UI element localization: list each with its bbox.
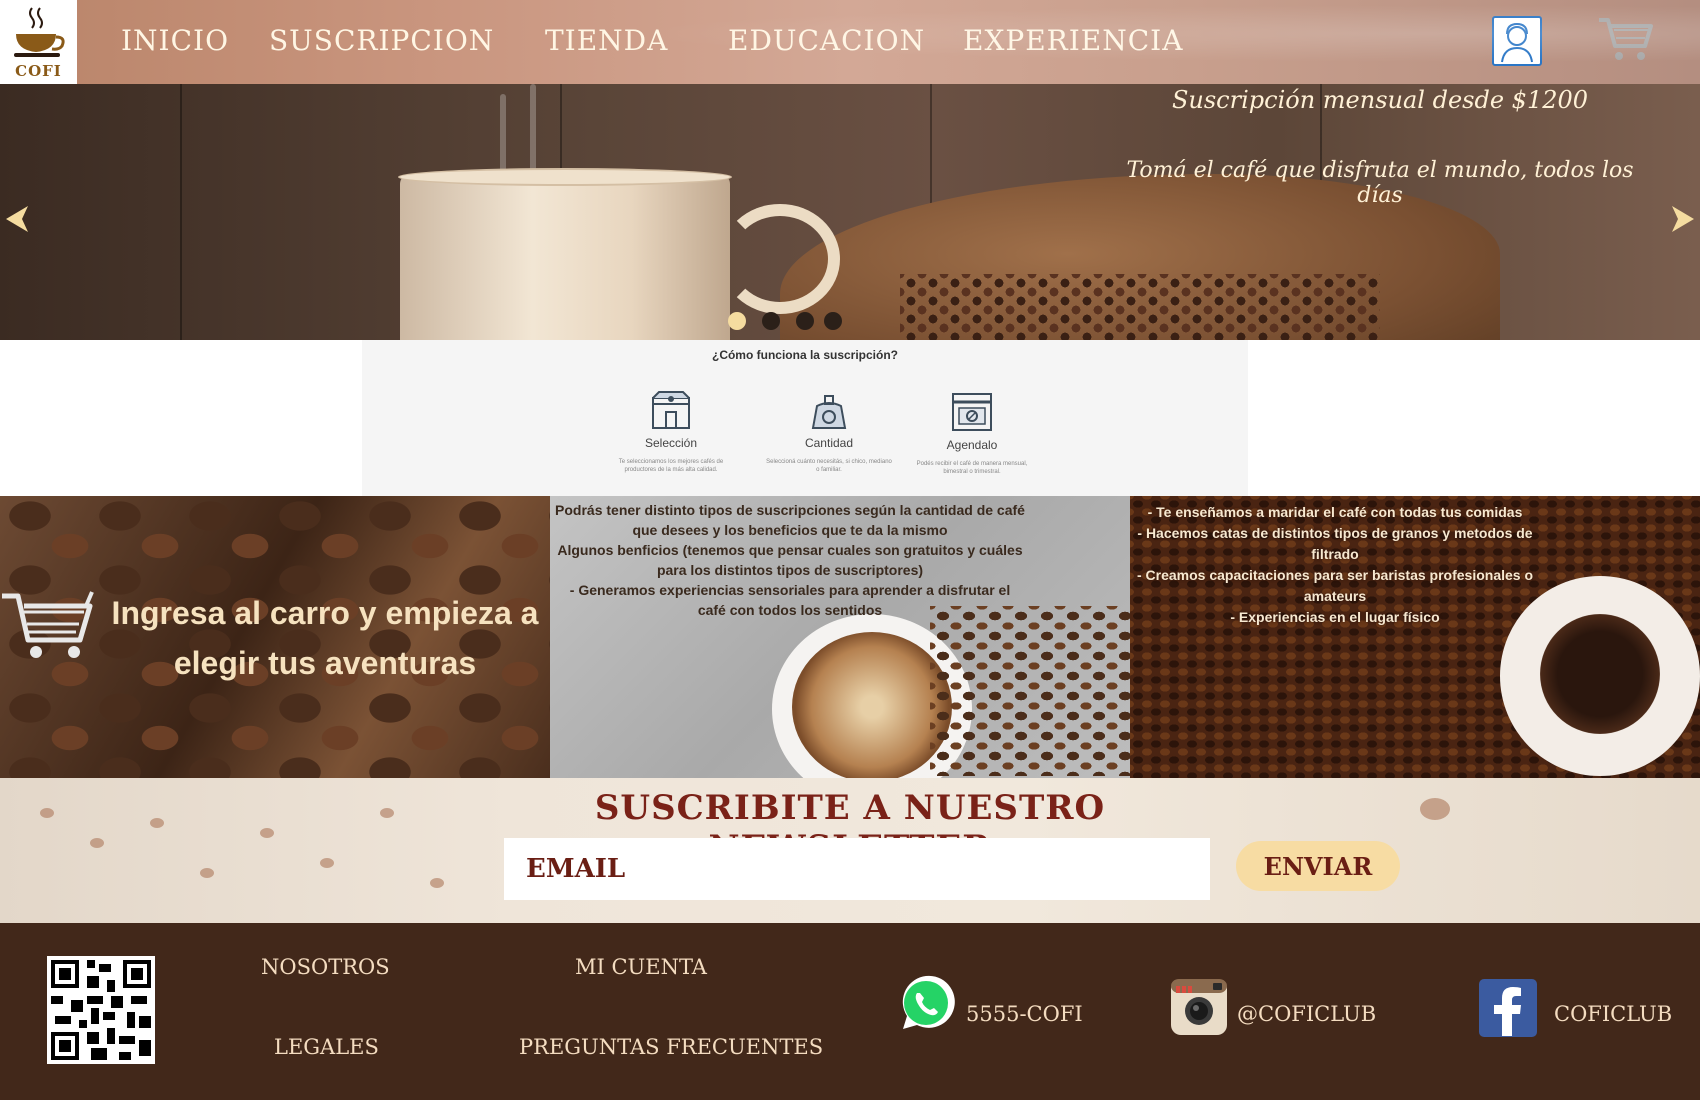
top-navigation-bar: COFI INICIO SUSCRIPCION TIENDA EDUCACION…	[0, 0, 1700, 84]
hero-carousel: Suscripción mensual desde $1200 Tomá el …	[0, 84, 1700, 340]
step-title: Cantidad	[804, 436, 854, 450]
email-input[interactable]	[504, 838, 1210, 900]
instagram-icon[interactable]	[1170, 978, 1228, 1036]
calendar-icon	[952, 393, 992, 431]
chevron-right-icon[interactable]	[1670, 204, 1700, 234]
footer-link-legales[interactable]: LEGALES	[274, 1035, 379, 1059]
store-icon	[652, 391, 690, 429]
experience-line: - Experiencias en el lugar físico	[1230, 609, 1440, 625]
step-seleccion: Selección Te seleccionamos los mejores c…	[606, 390, 736, 474]
step-cantidad: Cantidad Seleccioná cuánto necesitás, si…	[764, 390, 894, 474]
chevron-left-icon[interactable]	[0, 204, 30, 234]
coffee-grounds-decoration	[200, 868, 214, 878]
nav-experiencia[interactable]: EXPERIENCIA	[963, 24, 1183, 57]
how-it-works-section: ¿Cómo funciona la suscripción? Selección…	[362, 340, 1248, 496]
latte-foam-image	[792, 632, 952, 778]
coffee-beans-image	[930, 606, 1130, 776]
nav-educacion[interactable]: EDUCACION	[728, 24, 925, 57]
coffee-cup-handle	[720, 204, 840, 314]
wood-plank-line	[180, 84, 182, 340]
nav-suscripcion[interactable]: SUSCRIPCION	[269, 24, 494, 57]
carousel-dot-2[interactable]	[762, 312, 780, 330]
coffee-grounds-decoration	[380, 808, 394, 818]
info-line: - Generamos experiencias sensoriales par…	[569, 582, 1011, 618]
whatsapp-number[interactable]: 5555-COFI	[966, 1002, 1083, 1026]
coffee-grounds-decoration	[260, 828, 274, 838]
footer-link-nosotros[interactable]: NOSOTROS	[261, 955, 390, 979]
newsletter-section: SUSCRIBITE A NUESTRO NEWSLETTER ENVIAR	[0, 778, 1700, 923]
facebook-handle[interactable]: COFICLUB	[1554, 1002, 1672, 1026]
nav-inicio[interactable]: INICIO	[121, 24, 229, 57]
qr-code-icon[interactable]	[47, 956, 155, 1064]
instagram-handle[interactable]: @COFICLUB	[1237, 1002, 1376, 1026]
nav-tienda[interactable]: TIENDA	[545, 24, 668, 57]
steam	[500, 94, 506, 174]
coffee-grounds-decoration	[90, 838, 104, 848]
coffee-beans-image	[900, 274, 1380, 340]
step-title: Agendalo	[946, 438, 998, 452]
info-line: Algunos benficios (tenemos que pensar cu…	[557, 542, 1023, 578]
footer-link-preguntas-frecuentes[interactable]: PREGUNTAS FRECUENTES	[519, 1035, 823, 1059]
carousel-dot-4[interactable]	[824, 312, 842, 330]
facebook-icon[interactable]	[1478, 978, 1538, 1038]
coffee-grounds-decoration	[1420, 798, 1450, 820]
whatsapp-icon[interactable]	[895, 973, 955, 1033]
carousel-dot-1[interactable]	[728, 312, 746, 330]
coffee-cup-icon	[14, 7, 65, 57]
coffee-cup-image	[400, 174, 730, 340]
carousel-dot-3[interactable]	[796, 312, 814, 330]
cart-promo-panel[interactable]: Ingresa al carro y empieza a elegir tus …	[0, 496, 550, 778]
step-description: Seleccioná cuánto necesitás, si chico, m…	[766, 459, 892, 473]
subscription-info-text: Podrás tener distinto tipos de suscripci…	[554, 500, 1026, 620]
steam	[530, 84, 536, 174]
brand-name: COFI	[15, 62, 62, 80]
cart-icon[interactable]	[1597, 16, 1655, 62]
footer: NOSOTROS MI CUENTA LEGALES PREGUNTAS FRE…	[0, 923, 1700, 1100]
promo-price: Suscripción mensual desde $1200	[1171, 86, 1589, 114]
step-description: Podés recibir el café de manera mensual,…	[916, 461, 1028, 475]
experience-line: - Te enseñamos a maridar el café con tod…	[1147, 504, 1523, 520]
experiences-text: - Te enseñamos a maridar el café con tod…	[1130, 502, 1540, 628]
cart-panel-title: Ingresa al carro y empieza a elegir tus …	[111, 595, 539, 681]
step-title: Selección	[644, 436, 698, 450]
cart-icon[interactable]	[0, 586, 96, 662]
cofi-logo[interactable]: COFI	[0, 0, 77, 84]
experience-line: - Hacemos catas de distintos tipos de gr…	[1137, 525, 1533, 562]
coffee-grounds-decoration	[430, 878, 444, 888]
step-description: Te seleccionamos los mejores cafés de pr…	[618, 459, 724, 473]
black-coffee-image	[1540, 614, 1660, 734]
coffee-grounds-decoration	[320, 858, 334, 868]
info-line: Podrás tener distinto tipos de suscripci…	[555, 502, 1025, 538]
how-it-works-title: ¿Cómo funciona la suscripción?	[711, 348, 899, 362]
user-icon[interactable]	[1492, 16, 1542, 66]
coffee-grounds-decoration	[150, 818, 164, 828]
send-button[interactable]: ENVIAR	[1236, 841, 1400, 891]
footer-link-mi-cuenta[interactable]: MI CUENTA	[575, 955, 707, 979]
experience-line: - Creamos capacitaciones para ser barist…	[1136, 567, 1534, 604]
scale-icon	[811, 395, 847, 429]
experiences-panel: - Te enseñamos a maridar el café con tod…	[1130, 496, 1700, 778]
coffee-grounds-decoration	[40, 808, 54, 818]
subscription-info-panel: Podrás tener distinto tipos de suscripci…	[550, 496, 1130, 778]
promo-tagline: Tomá el café que disfruta el mundo, todo…	[1126, 158, 1634, 208]
coffee-cup-rim	[398, 168, 732, 186]
step-agendalo: Agendalo Podés recibir el café de manera…	[907, 390, 1037, 476]
